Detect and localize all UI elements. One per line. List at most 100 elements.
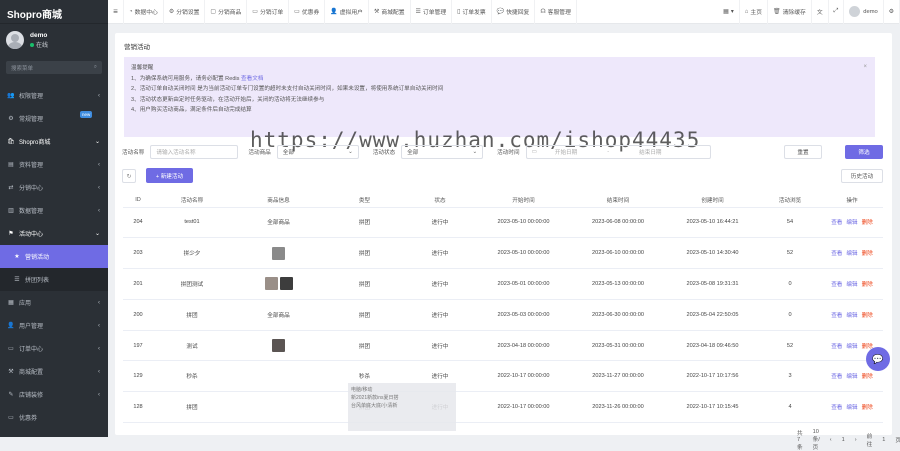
sidebar-item-14[interactable]: ▭ 优惠券 <box>0 406 108 429</box>
sidebar-item-9[interactable]: ▦ 应用 ‹ <box>0 291 108 314</box>
sidebar-item-6[interactable]: ⚑ 活动中心 ⌄ <box>0 222 108 245</box>
search-button[interactable]: 筛选 <box>845 145 883 159</box>
status-select[interactable]: 全部 ⌄ <box>401 145 484 159</box>
sidebar-item-11[interactable]: ▭ 订单中心 ‹ <box>0 337 108 360</box>
translate-button[interactable]: 文 <box>812 0 829 24</box>
cell-text: 拼团 <box>358 251 371 258</box>
view-button[interactable]: 查看 <box>831 313 842 319</box>
history-activity-button[interactable]: 历史活动 <box>841 169 883 183</box>
delete-button[interactable]: 删除 <box>862 251 873 257</box>
topnav-item-8[interactable]: ▯ 订单发票 <box>452 0 492 24</box>
delete-button[interactable]: 删除 <box>862 220 873 226</box>
prev-page-button[interactable]: ‹ <box>830 437 832 443</box>
delete-button[interactable]: 删除 <box>862 282 873 288</box>
sidebar-item-label: 店铺装修 <box>19 393 44 399</box>
topnav-item-3[interactable]: ▭ 分销订单 <box>247 0 290 24</box>
sidebar-item-3[interactable]: ▤ 资料管理 ‹ <box>0 153 108 176</box>
view-button[interactable]: 查看 <box>831 251 842 257</box>
topnav-item-7[interactable]: ☰ 订单管理 <box>411 0 453 24</box>
page-title: 营销活动 <box>124 44 150 51</box>
view-button[interactable]: 查看 <box>831 405 842 411</box>
menu-toggle-icon[interactable]: ≡ <box>108 0 124 24</box>
sidebar-item-8[interactable]: ☰ 拼团列表 <box>0 268 108 291</box>
delete-button[interactable]: 删除 <box>862 374 873 380</box>
docs-link[interactable]: 查看文档 <box>241 76 263 82</box>
view-button[interactable]: 查看 <box>831 344 842 350</box>
sidebar-item-4[interactable]: ⇄ 分销中心 ‹ <box>0 176 108 199</box>
sidebar-item-7[interactable]: ★ 营销活动 <box>0 245 108 268</box>
chat-float-button[interactable]: 💬 <box>866 347 890 371</box>
edit-button[interactable]: 编辑 <box>846 374 857 380</box>
close-icon[interactable]: × <box>863 62 867 73</box>
goods-select[interactable]: 全部 ⌄ <box>276 145 359 159</box>
next-page-button[interactable]: › <box>855 437 857 443</box>
page-number[interactable]: 1 <box>842 437 845 443</box>
sidebar-item-label: 商城配置 <box>19 370 44 376</box>
topnav-item-0[interactable]: ◔ 数据中心 <box>124 0 164 24</box>
settings-button[interactable]: ⚙ <box>884 0 900 24</box>
cell-text: 拼团 <box>358 312 371 319</box>
sidebar-item-2[interactable]: 🛍 Shopro商城 ⌄ <box>0 130 108 153</box>
sidebar-item-0[interactable]: 👥 权限管理 ‹ <box>0 84 108 107</box>
sidebar-item-10[interactable]: 👤 用户管理 ‹ <box>0 314 108 337</box>
table-row: 203 拼少夕 拼团 进行中 2023-05-10 00:00:00 2023-06-10… <box>123 237 883 270</box>
sidebar-item-5[interactable]: ▥ 数据管理 ‹ <box>0 199 108 222</box>
home-link[interactable]: ⌂ 主页 <box>740 0 768 24</box>
sidebar-item-12[interactable]: ⚒ 商城配置 ‹ <box>0 360 108 383</box>
table-row: 128拼团拼团进行中2022-10-17 00:00:002023-11-26 … <box>123 391 883 424</box>
reset-button[interactable]: 重置 <box>784 145 822 159</box>
sidebar: Shopro商城 demo 在线 搜索菜单 ⌕ 👥 权限管理 ‹ ⚙ 常规管理 new 🛍 S… <box>0 0 108 437</box>
cell-ops: 查看 编辑 删除 <box>821 299 883 331</box>
delete-button[interactable]: 删除 <box>862 405 873 411</box>
cell-text: 进行中 <box>431 374 449 381</box>
edit-button[interactable]: 编辑 <box>846 405 857 411</box>
sidebar-item-1[interactable]: ⚙ 常规管理 new <box>0 107 108 130</box>
user-menu[interactable]: demo <box>844 0 884 24</box>
cell-text: 2023-11-27 00:00:00 <box>592 373 644 380</box>
topnav-label: 订单管理 <box>422 10 447 16</box>
refresh-button[interactable]: ↻ <box>122 169 136 183</box>
sidebar-item-label: 活动中心 <box>19 232 44 238</box>
cell-id: 128 <box>123 391 153 424</box>
edit-button[interactable]: 编辑 <box>846 251 857 257</box>
sidebar-item-label: Shopro商城 <box>19 140 51 146</box>
gear-icon: ⚙ <box>888 8 894 15</box>
add-activity-button[interactable]: + 新建活动 <box>146 168 193 183</box>
date-range-picker[interactable]: ▭ 开始日期 - 结束日期 <box>525 145 711 159</box>
view-button[interactable]: 查看 <box>831 282 842 288</box>
sidebar-item-13[interactable]: ✎ 店铺装修 ‹ <box>0 383 108 406</box>
activity-name-input[interactable]: 请输入活动名称 <box>150 145 239 159</box>
goto-label: 前往 <box>866 434 873 448</box>
cell-text: 54 <box>786 219 794 226</box>
page-size-select[interactable]: 10条/页 <box>813 429 820 451</box>
edit-button[interactable]: 编辑 <box>846 313 857 319</box>
chat-icon: 💬 <box>872 353 884 364</box>
table-row: 201 拼团测试 拼团 进行中 2023-05-01 00:00:00 2023-05-1… <box>123 268 883 300</box>
topnav-item-1[interactable]: ⚙ 分销设置 <box>164 0 206 24</box>
delete-button[interactable]: 删除 <box>862 313 873 319</box>
topnav-item-10[interactable]: ☊ 客服管理 <box>535 0 577 24</box>
topnav-item-6[interactable]: ⚒ 商城配置 <box>369 0 411 24</box>
grid-icon: ▦ <box>8 300 14 306</box>
cell-end: 2023-05-13 00:00:00 <box>570 268 666 300</box>
edit-button[interactable]: 编辑 <box>846 282 857 288</box>
topnav-item-5[interactable]: 👤 虚拟用户 <box>325 0 369 24</box>
grid-menu-button[interactable]: ▦ ▾ <box>718 0 740 24</box>
cell-text: 2022-10-17 10:17:56 <box>686 373 739 380</box>
goto-input[interactable]: 1 <box>882 437 885 443</box>
edit-button[interactable]: 编辑 <box>846 344 857 350</box>
sidebar-search-input[interactable]: 搜索菜单 ⌕ <box>6 61 102 74</box>
view-button[interactable]: 查看 <box>831 374 842 380</box>
topnav-item-2[interactable]: ▢ 分销商品 <box>205 0 248 24</box>
file-icon: ▤ <box>8 162 14 168</box>
clear-cache-button[interactable]: 🗑 清除缓存 <box>768 0 812 24</box>
topnav-item-4[interactable]: ▭ 优惠券 <box>289 0 326 24</box>
top-navbar: ≡ ◔ 数据中心 ⚙ 分销设置 ▢ 分销商品 ▭ 分销订单 ▭ 优惠券 👤 虚拟用户 ⚒ 商城配置 ☰ 订单管… <box>108 0 900 24</box>
fullscreen-button[interactable]: ⤢ <box>829 0 845 24</box>
cell-text: 2023-05-10 00:00:00 <box>497 250 550 257</box>
topnav-item-9[interactable]: 💬 快捷回复 <box>492 0 536 24</box>
view-button[interactable]: 查看 <box>831 220 842 226</box>
cell-ops: 查看 编辑 删除 <box>821 237 883 270</box>
edit-button[interactable]: 编辑 <box>846 220 857 226</box>
column-header: 活动名称 <box>153 193 231 208</box>
